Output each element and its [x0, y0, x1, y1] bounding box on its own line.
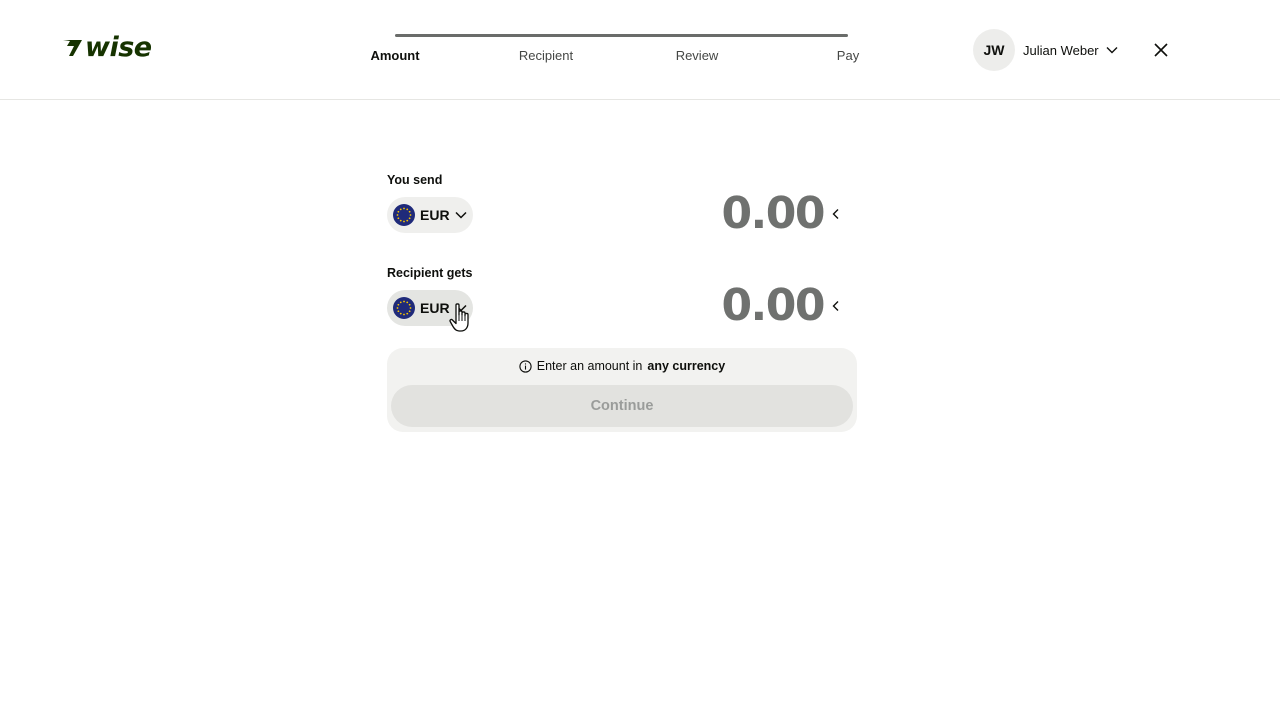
chevron-down-icon[interactable] — [1105, 43, 1119, 57]
chevron-left-icon — [832, 209, 839, 219]
logo-wordmark: wise — [85, 31, 152, 63]
send-label: You send — [387, 173, 443, 187]
progress-stepper: Amount Recipient Review Pay — [370, 34, 860, 74]
close-button[interactable] — [1151, 40, 1171, 60]
chevron-left-icon — [832, 301, 839, 311]
hint-emphasis: any currency — [647, 359, 726, 373]
user-menu[interactable]: JW Julian Weber — [973, 29, 1119, 71]
eu-flag-icon — [393, 297, 415, 319]
continue-button[interactable]: Continue — [391, 385, 853, 427]
chevron-down-icon — [455, 211, 467, 219]
top-bar: wise Amount Recipient Review Pay JW Juli… — [0, 0, 1280, 100]
receive-label: Recipient gets — [387, 266, 473, 280]
step-amount[interactable]: Amount — [370, 48, 419, 63]
step-recipient[interactable]: Recipient — [519, 48, 573, 63]
hand-cursor-icon — [449, 303, 469, 332]
info-icon — [519, 359, 532, 373]
amount-hint: Enter an amount in any currency — [387, 359, 857, 373]
send-amount-input[interactable]: 0.00 — [664, 188, 825, 239]
eu-flag-icon — [393, 204, 415, 226]
send-currency-selector[interactable]: EUR — [387, 197, 473, 233]
wise-logo[interactable]: wise — [61, 31, 152, 63]
step-pay[interactable]: Pay — [837, 48, 859, 63]
receive-amount-input[interactable]: 0.00 — [664, 280, 825, 331]
receive-currency-code: EUR — [420, 300, 450, 316]
wise-flag-icon — [63, 40, 82, 56]
hint-text: Enter an amount in — [536, 359, 643, 373]
send-currency-code: EUR — [420, 207, 450, 223]
user-name[interactable]: Julian Weber — [1023, 43, 1099, 58]
stepper-track — [395, 34, 848, 37]
close-icon[interactable] — [1153, 42, 1169, 58]
continue-panel: Enter an amount in any currency Continue — [387, 348, 857, 432]
step-review[interactable]: Review — [676, 48, 719, 63]
avatar[interactable]: JW — [973, 29, 1015, 71]
